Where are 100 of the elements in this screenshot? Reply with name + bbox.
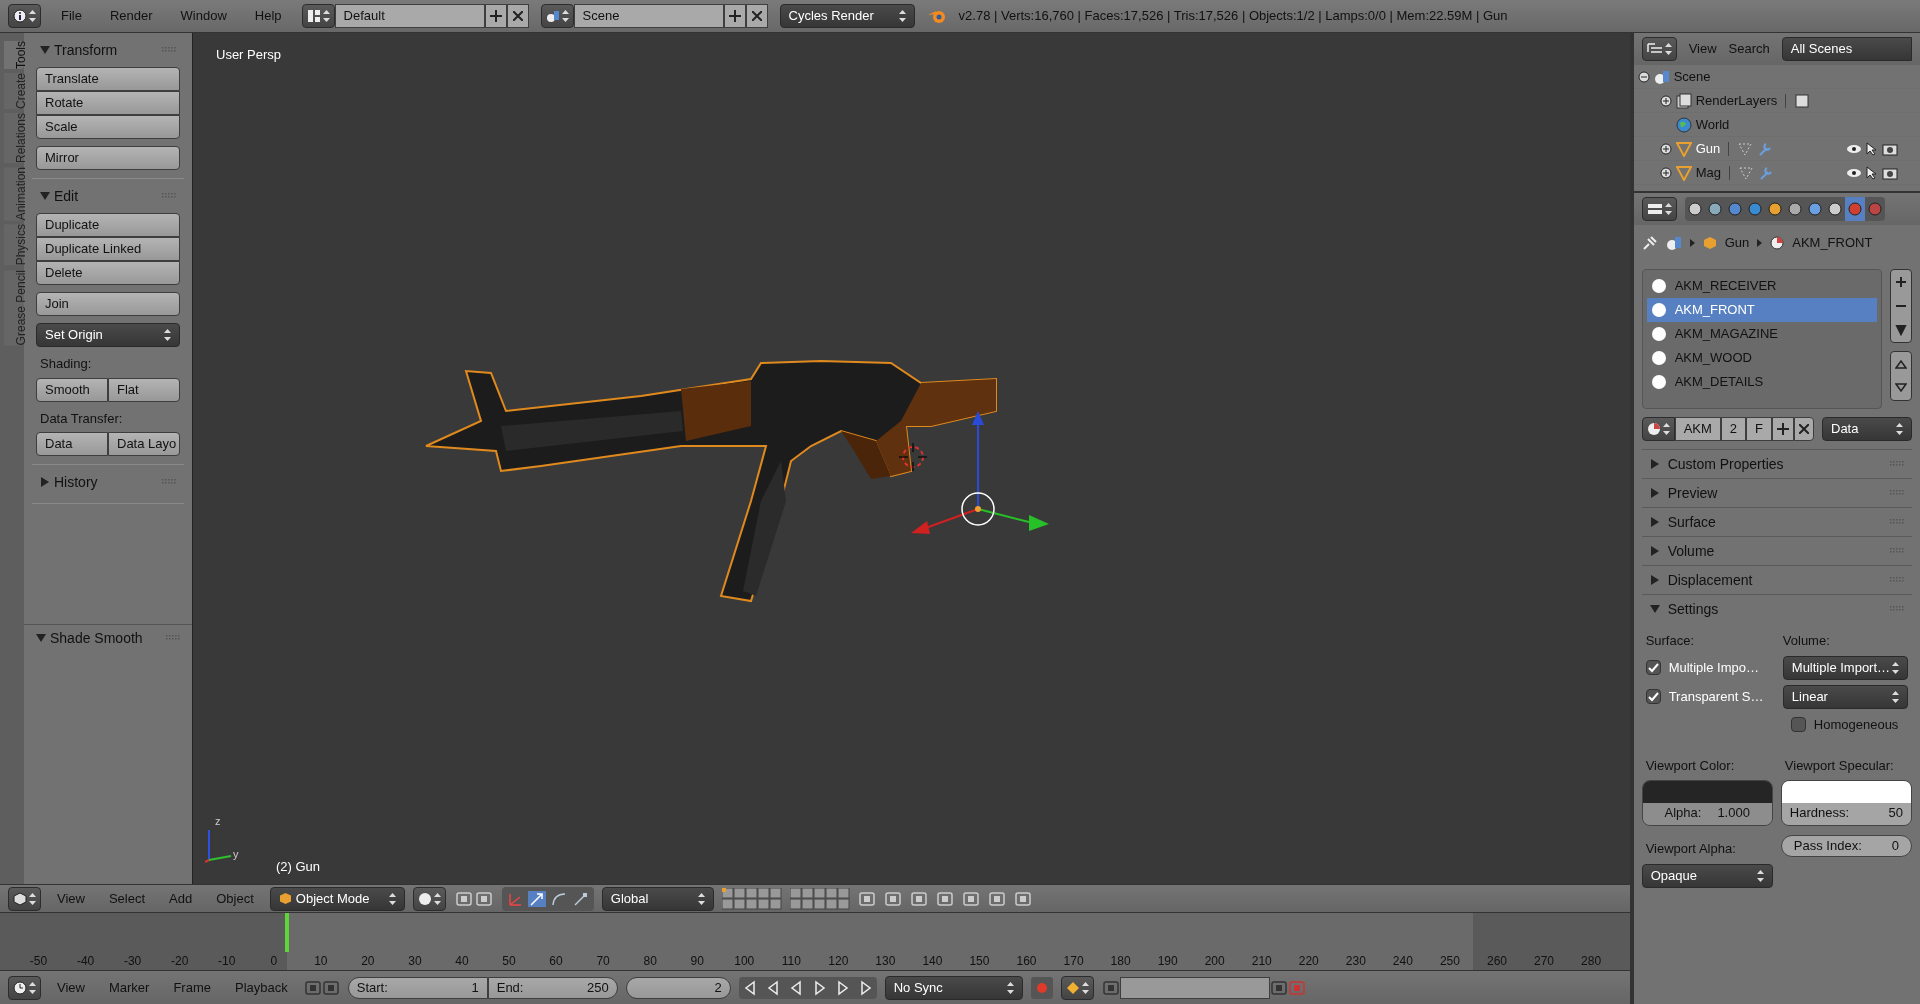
panel-title[interactable]: Edit bbox=[54, 185, 158, 207]
expand-triangle-icon[interactable] bbox=[1649, 517, 1660, 527]
breadcrumb-item[interactable]: Gun bbox=[1724, 233, 1750, 253]
expand-icon[interactable] bbox=[1659, 166, 1672, 179]
layer-grid-icon[interactable] bbox=[789, 887, 850, 910]
pass-index-field[interactable]: Pass Index: 0 bbox=[1780, 835, 1912, 857]
hardness-field[interactable]: Hardness: 50 bbox=[1781, 803, 1911, 825]
tool-button[interactable]: Data bbox=[36, 432, 108, 456]
editor-type-button[interactable] bbox=[8, 975, 41, 1000]
panel-title[interactable]: Volume bbox=[1667, 540, 1882, 562]
menu-item[interactable]: Marker bbox=[100, 977, 158, 998]
interpolation-dropdown[interactable]: Linear bbox=[1782, 684, 1908, 709]
drag-grip-icon[interactable] bbox=[1890, 548, 1904, 554]
panel-title[interactable]: Displacement bbox=[1667, 569, 1882, 591]
tool-tab[interactable]: Grease Pencil bbox=[4, 269, 24, 346]
menu-item[interactable]: Add bbox=[161, 888, 201, 909]
link-dropdown[interactable]: Data bbox=[1822, 417, 1912, 441]
scene-button[interactable] bbox=[540, 4, 574, 28]
info-editor-button[interactable] bbox=[8, 4, 41, 28]
properties-tab[interactable] bbox=[1844, 197, 1865, 221]
tool-button[interactable]: Flat bbox=[108, 377, 180, 402]
menu-item[interactable]: Frame bbox=[165, 977, 219, 998]
tool-button[interactable]: Translate bbox=[36, 67, 180, 91]
display-mode-dropdown[interactable]: All Scenes bbox=[1781, 37, 1912, 61]
menu-item[interactable]: Help bbox=[246, 6, 290, 26]
alpha-field[interactable]: Alpha: 1.000 bbox=[1642, 803, 1772, 825]
material-slot[interactable]: AKM_DETAILS bbox=[1646, 370, 1877, 394]
operator-panel-title[interactable]: Shade Smooth bbox=[50, 627, 162, 649]
fake-user-button[interactable]: F bbox=[1746, 417, 1772, 441]
eye-icon[interactable] bbox=[1846, 166, 1862, 179]
drag-grip-icon[interactable] bbox=[1890, 519, 1904, 525]
collapse-triangle-icon[interactable] bbox=[1649, 604, 1660, 614]
menu-item[interactable]: View bbox=[49, 888, 93, 909]
collapse-triangle-icon[interactable] bbox=[40, 191, 50, 201]
material-slot[interactable]: AKM_MAGAZINE bbox=[1646, 322, 1877, 346]
keying-set-field[interactable] bbox=[1119, 976, 1270, 999]
material-name-field[interactable]: AKM bbox=[1674, 417, 1721, 441]
keying-button[interactable] bbox=[1060, 975, 1094, 1000]
color-swatch[interactable] bbox=[1642, 781, 1772, 803]
drag-grip-icon[interactable] bbox=[1890, 461, 1904, 467]
unlink-material-button[interactable] bbox=[1794, 417, 1814, 441]
layout-button[interactable] bbox=[301, 4, 335, 28]
checkbox[interactable] bbox=[1645, 660, 1661, 675]
pin-icon[interactable] bbox=[1641, 235, 1658, 251]
mode-dropdown[interactable]: Object Mode bbox=[269, 886, 405, 911]
outliner-item[interactable]: World bbox=[1695, 114, 1730, 135]
tool-button[interactable]: Join bbox=[36, 292, 180, 316]
delete-layout-button[interactable] bbox=[506, 4, 529, 28]
blend-mode-dropdown[interactable]: Opaque bbox=[1641, 863, 1773, 888]
panel-title[interactable]: History bbox=[54, 471, 158, 493]
outliner-item[interactable]: Mag bbox=[1695, 162, 1721, 183]
delete-scene-button[interactable] bbox=[745, 4, 768, 28]
collapse-triangle-icon[interactable] bbox=[40, 45, 50, 55]
layer-grid-icon[interactable] bbox=[721, 887, 782, 910]
expand-triangle-icon[interactable] bbox=[1649, 488, 1660, 498]
3d-viewport[interactable]: User Persp (2) Gun z y bbox=[192, 33, 1630, 884]
tool-button[interactable]: Mirror bbox=[36, 146, 180, 170]
menu-item[interactable]: Object bbox=[208, 888, 262, 909]
eye-icon[interactable] bbox=[1846, 142, 1862, 155]
volume-sampling-dropdown[interactable]: Multiple Import… bbox=[1782, 655, 1908, 680]
expand-icon[interactable] bbox=[1659, 142, 1672, 155]
tool-button[interactable]: Duplicate bbox=[36, 213, 180, 237]
render-engine-dropdown[interactable]: Cycles Render bbox=[779, 4, 915, 28]
add-scene-button[interactable] bbox=[723, 4, 746, 28]
panel-title[interactable]: Surface bbox=[1667, 511, 1882, 533]
menu-item[interactable]: File bbox=[53, 6, 90, 26]
drag-grip-icon[interactable] bbox=[162, 47, 176, 53]
expand-icon[interactable] bbox=[1659, 94, 1672, 107]
add-layout-button[interactable] bbox=[484, 4, 507, 28]
set-origin-dropdown[interactable]: Set Origin bbox=[36, 323, 180, 347]
new-material-button[interactable] bbox=[1772, 417, 1794, 441]
tool-tab[interactable]: Tools bbox=[4, 41, 24, 69]
menu-item[interactable]: View bbox=[49, 977, 93, 998]
rotate-arc-icon[interactable] bbox=[549, 890, 568, 907]
collapse-triangle-icon[interactable] bbox=[36, 633, 46, 643]
drag-grip-icon[interactable] bbox=[162, 193, 176, 199]
tool-button[interactable]: Smooth bbox=[36, 377, 108, 402]
drag-grip-icon[interactable] bbox=[1890, 606, 1904, 612]
collapse-icon[interactable] bbox=[1637, 70, 1650, 83]
menu-item[interactable]: Search bbox=[1728, 39, 1770, 59]
panel-title[interactable]: Settings bbox=[1667, 598, 1882, 620]
checkbox[interactable] bbox=[1790, 717, 1806, 732]
menu-item[interactable]: Playback bbox=[226, 977, 296, 998]
panel-title[interactable]: Preview bbox=[1667, 482, 1882, 504]
editor-type-button[interactable] bbox=[1641, 37, 1677, 61]
start-frame-field[interactable]: Start: 1 bbox=[347, 976, 488, 999]
panel-title[interactable]: Transform bbox=[54, 39, 158, 61]
tool-button[interactable]: Duplicate Linked bbox=[36, 237, 180, 261]
mesh-data-icon[interactable] bbox=[1737, 164, 1754, 181]
playhead[interactable] bbox=[285, 913, 290, 952]
panel-title[interactable]: Custom Properties bbox=[1667, 453, 1882, 475]
cursor-arrow-icon[interactable] bbox=[1866, 141, 1878, 156]
tool-button[interactable]: Scale bbox=[36, 115, 180, 139]
expand-triangle-icon[interactable] bbox=[1649, 546, 1660, 556]
outliner-item[interactable]: RenderLayers bbox=[1695, 90, 1778, 111]
sync-dropdown[interactable]: No Sync bbox=[884, 975, 1023, 1000]
drag-grip-icon[interactable] bbox=[162, 479, 176, 485]
expand-triangle-icon[interactable] bbox=[1649, 459, 1660, 469]
menu-item[interactable]: Select bbox=[100, 888, 154, 909]
checkbox[interactable] bbox=[1645, 689, 1661, 704]
